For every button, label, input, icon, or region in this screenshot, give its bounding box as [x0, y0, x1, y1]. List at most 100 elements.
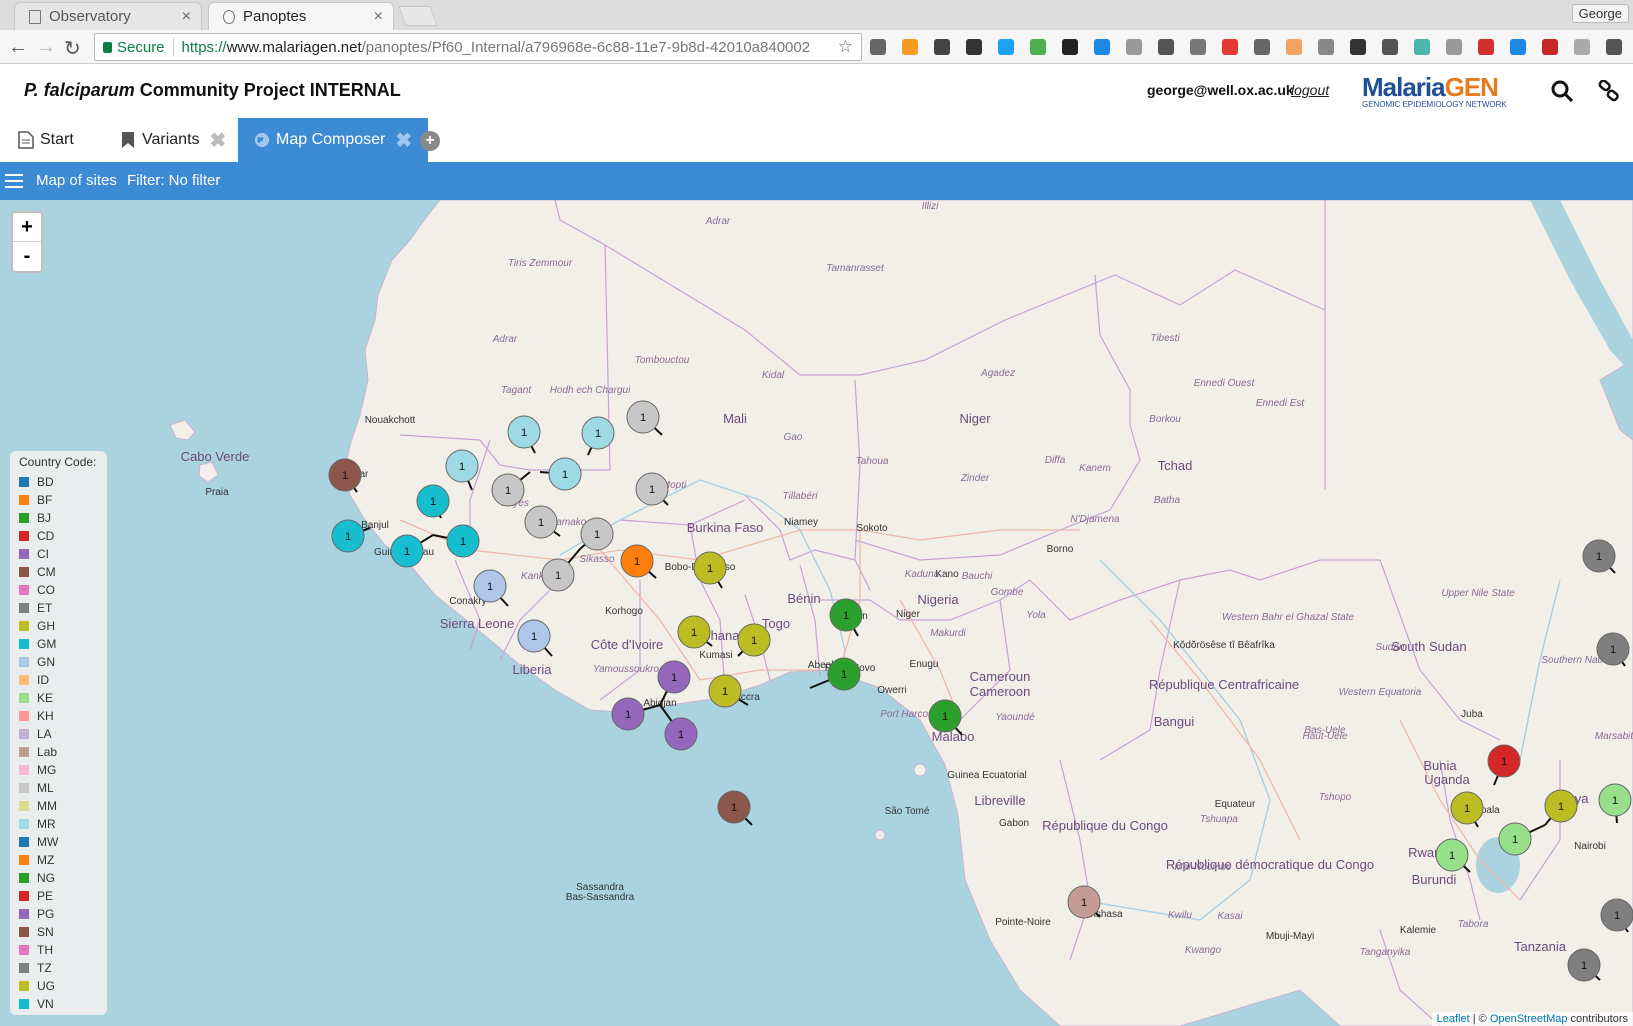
link-icon[interactable] — [1598, 80, 1620, 102]
extension-icon[interactable] — [966, 39, 982, 55]
legend-items: BD BF BJ CD CI CM CO ET GH GM GN ID KE KH LA Lab MG ML MM M… — [19, 473, 107, 1013]
legend-item: TH — [19, 941, 107, 959]
search-icon[interactable] — [1551, 80, 1573, 102]
add-tab-button[interactable]: + — [420, 131, 440, 151]
new-tab-button[interactable] — [398, 6, 438, 26]
tab-label: Start — [40, 131, 74, 148]
extension-icon[interactable] — [1382, 39, 1398, 55]
legend-item: BJ — [19, 509, 107, 527]
extension-icon[interactable] — [1574, 39, 1590, 55]
filter-label[interactable]: Filter: No filter — [127, 172, 220, 189]
site-marker[interactable]: 1 — [1067, 885, 1101, 919]
extension-icon[interactable] — [1062, 39, 1078, 55]
legend-item: KH — [19, 707, 107, 725]
forward-arrow-icon[interactable]: → — [36, 36, 56, 59]
extension-icon[interactable] — [1606, 39, 1622, 55]
extension-icon[interactable] — [1254, 39, 1270, 55]
site-marker[interactable]: 1 — [1567, 948, 1601, 982]
extension-icon[interactable] — [902, 39, 918, 55]
tab-start[interactable]: Start — [18, 118, 74, 162]
place-label: Kaduna — [905, 569, 940, 580]
extension-icon[interactable] — [1318, 39, 1334, 55]
close-icon[interactable]: × — [374, 8, 383, 26]
page-icon — [29, 9, 41, 24]
marker-count: 1 — [751, 635, 757, 647]
marker-count: 1 — [1512, 834, 1518, 846]
hamburger-menu-icon[interactable] — [5, 174, 23, 188]
place-label: Hodh ech Chargui — [550, 385, 631, 396]
extension-icon[interactable] — [1190, 39, 1206, 55]
extension-icon[interactable] — [1030, 39, 1046, 55]
browser-tab-panoptes[interactable]: Panoptes × — [208, 2, 394, 30]
legend-item: MM — [19, 797, 107, 815]
site-marker[interactable]: 1 — [1582, 539, 1616, 574]
extension-icon[interactable] — [1222, 39, 1238, 55]
place-label: Enugu — [910, 659, 939, 670]
place-label: Owerri — [877, 685, 906, 696]
place-label: N'Djamena — [1070, 514, 1120, 525]
extension-icon[interactable] — [934, 39, 950, 55]
address-bar[interactable]: Secure https:// www.malariagen.net /pano… — [94, 33, 862, 61]
place-label: Makurdi — [930, 628, 966, 639]
zoom-control: + - — [11, 211, 43, 273]
back-arrow-icon[interactable]: ← — [8, 36, 28, 59]
place-label: Libreville — [974, 793, 1025, 808]
site-marker[interactable]: 1 — [737, 623, 771, 657]
extension-icon[interactable] — [1446, 39, 1462, 55]
site-marker[interactable]: 1 — [1600, 898, 1633, 933]
marker-count: 1 — [562, 469, 568, 481]
extension-icon[interactable] — [870, 39, 886, 55]
browser-tab-observatory[interactable]: Observatory × — [14, 2, 202, 30]
close-tab-icon[interactable]: ✖ — [395, 128, 412, 153]
tab-variants[interactable]: Variants ✖ — [120, 118, 226, 162]
map-canvas[interactable]: Adrar Illizi Tiris Zemmour Tamanrasset Adrar… — [0, 200, 1633, 1026]
legend-swatch — [19, 585, 29, 595]
malariagen-logo[interactable]: MalariaGEN GENOMIC EPIDEMIOLOGY NETWORK — [1362, 72, 1507, 109]
extension-icon[interactable] — [998, 39, 1014, 55]
marker-count: 1 — [1612, 795, 1618, 807]
map-view[interactable]: Adrar Illizi Tiris Zemmour Tamanrasset Adrar… — [0, 200, 1633, 1026]
extension-icon[interactable] — [1158, 39, 1174, 55]
extension-icon[interactable] — [1094, 39, 1110, 55]
zoom-in-button[interactable]: + — [13, 213, 41, 242]
site-marker[interactable]: 1 — [1596, 632, 1630, 667]
marker-count: 1 — [555, 570, 561, 582]
legend-swatch — [19, 639, 29, 649]
place-label: Sokoto — [856, 523, 888, 534]
legend-swatch — [19, 963, 29, 973]
site-marker[interactable]: 1 — [579, 517, 614, 551]
url-path: /panoptes/Pf60_Internal/a796968e-6c88-11… — [361, 38, 811, 56]
extension-icon[interactable] — [1126, 39, 1142, 55]
zoom-out-button[interactable]: - — [13, 242, 41, 271]
extension-icon[interactable] — [1286, 39, 1302, 55]
place-label: Kŏdŏrösêse tî Bêafrîka — [1173, 640, 1275, 651]
island-cabo-verde — [169, 419, 196, 441]
island-bioko — [913, 763, 927, 777]
place-label: Adrar — [705, 216, 731, 227]
bookmark-star-icon[interactable]: ☆ — [838, 37, 853, 57]
divider — [172, 38, 174, 56]
extension-icon[interactable] — [1414, 39, 1430, 55]
legend-item: CI — [19, 545, 107, 563]
site-marker[interactable]: 1 — [328, 458, 362, 493]
leaflet-link[interactable]: Leaflet — [1437, 1013, 1470, 1025]
openstreetmap-link[interactable]: OpenStreetMap — [1490, 1013, 1568, 1025]
extension-icon[interactable] — [1542, 39, 1558, 55]
tab-map-composer[interactable]: Map Composer ✖ — [238, 118, 429, 162]
place-label: Sierra Leone — [440, 616, 514, 631]
place-label: Borno — [1047, 544, 1074, 555]
place-label: Illizi — [922, 201, 939, 212]
extension-icon[interactable] — [1478, 39, 1494, 55]
legend-swatch — [19, 711, 29, 721]
close-tab-icon[interactable]: ✖ — [210, 128, 227, 153]
logout-link[interactable]: logout — [1291, 82, 1329, 98]
extension-icon[interactable] — [1350, 39, 1366, 55]
site-marker[interactable]: 1 — [416, 484, 450, 519]
profile-button[interactable]: George — [1571, 4, 1629, 23]
close-icon[interactable]: × — [182, 8, 191, 26]
place-label: Tombouctou — [635, 355, 690, 366]
extension-icon[interactable] — [1510, 39, 1526, 55]
reload-icon[interactable]: ↻ — [64, 36, 81, 61]
site-marker[interactable]: 1 — [635, 472, 669, 506]
place-label: Mbuji-Mayi — [1266, 931, 1314, 942]
